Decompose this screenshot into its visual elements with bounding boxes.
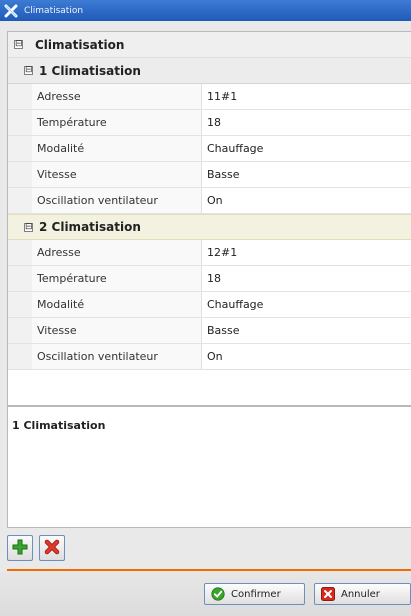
property-value[interactable]: 12#1 [202,240,411,265]
tree-root-row[interactable]: ⊟ Climatisation [8,32,411,58]
group-label: 2 Climatisation [39,220,141,234]
title-bar: Climatisation [0,0,411,21]
property-label: Modalité [32,292,202,317]
confirm-button[interactable]: Confirmer [204,583,305,605]
x-icon [44,539,60,558]
property-label: Adresse [32,84,202,109]
property-label: Adresse [32,240,202,265]
group-label: 1 Climatisation [39,63,141,78]
property-label: Modalité [32,136,202,161]
property-value[interactable]: 11#1 [202,84,411,109]
description-text: 1 Climatisation [12,419,106,432]
window-title: Climatisation [24,5,84,16]
property-value[interactable]: Basse [202,318,411,343]
property-row[interactable]: Oscillation ventilateur On [8,344,411,370]
tree-root-label: Climatisation [35,37,125,52]
property-row[interactable]: Modalité Chauffage [8,136,411,162]
property-label: Vitesse [32,162,202,187]
property-label: Vitesse [32,318,202,343]
property-label: Température [32,110,202,135]
confirm-label: Confirmer [231,588,281,600]
plus-icon [12,539,28,558]
property-value[interactable]: 18 [202,110,411,135]
property-label: Température [32,266,202,291]
property-value[interactable]: Basse [202,162,411,187]
collapse-toggle-icon[interactable]: ⊟ [24,222,33,232]
check-icon [211,587,225,601]
property-value[interactable]: Chauffage [202,136,411,161]
property-row[interactable]: Adresse 12#1 [8,240,411,266]
property-label: Oscillation ventilateur [32,344,202,369]
cancel-button[interactable]: Annuler [314,583,411,605]
property-value[interactable]: On [202,188,411,213]
description-panel: 1 Climatisation [7,406,411,528]
app-icon [3,3,19,19]
property-row[interactable]: Température 18 [8,110,411,136]
group-header-2[interactable]: ⊟ 2 Climatisation [8,214,411,240]
collapse-toggle-icon[interactable]: ⊟ [14,40,23,49]
property-label: Oscillation ventilateur [32,188,202,213]
property-row[interactable]: Modalité Chauffage [8,292,411,318]
property-row[interactable]: Oscillation ventilateur On [8,188,411,214]
toolbar [7,535,65,561]
cancel-label: Annuler [341,588,380,600]
property-row[interactable]: Vitesse Basse [8,318,411,344]
property-row[interactable]: Adresse 11#1 [8,84,411,110]
group-header-1[interactable]: ⊟ 1 Climatisation [8,58,411,84]
property-value[interactable]: On [202,344,411,369]
property-row[interactable]: Température 18 [8,266,411,292]
delete-button[interactable] [39,535,65,561]
property-grid: ⊟ Climatisation ⊟ 1 Climatisation Adress… [7,31,411,406]
property-value[interactable]: 18 [202,266,411,291]
add-button[interactable] [7,535,33,561]
collapse-toggle-icon[interactable]: ⊟ [24,66,33,75]
property-value[interactable]: Chauffage [202,292,411,317]
property-row[interactable]: Vitesse Basse [8,162,411,188]
cancel-x-icon [321,587,335,601]
